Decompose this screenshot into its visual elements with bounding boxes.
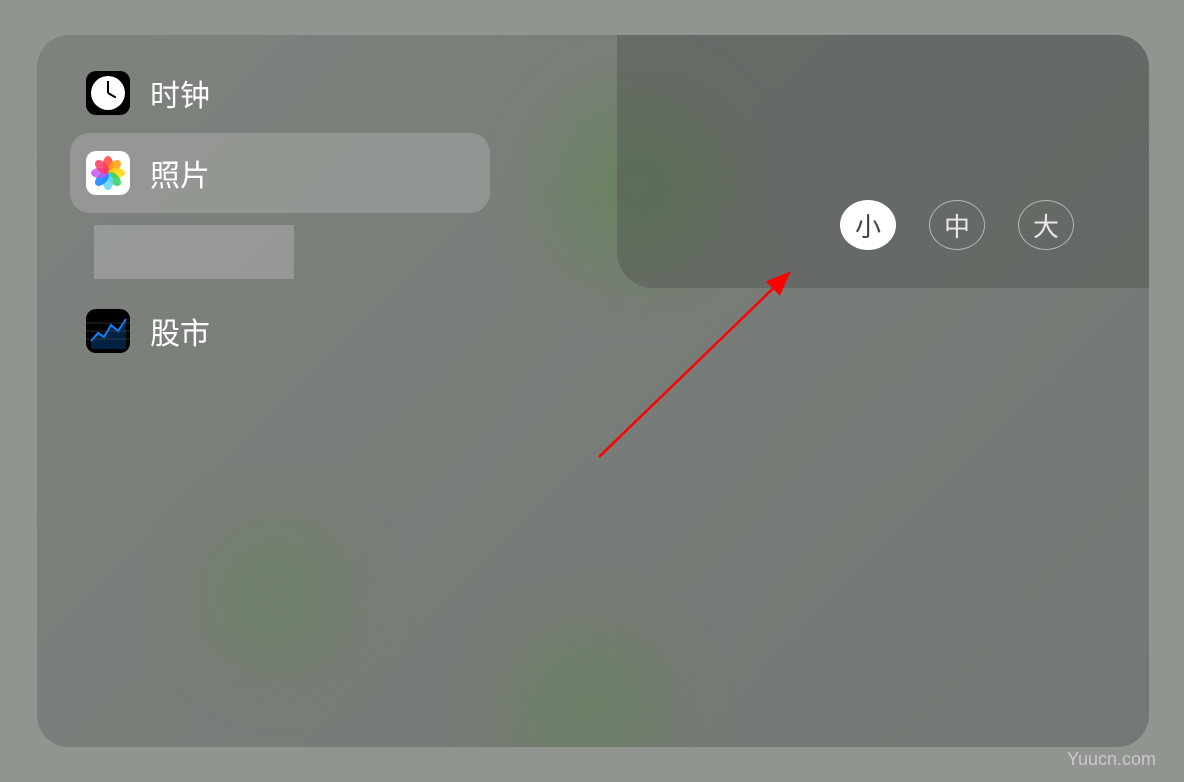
size-button-medium[interactable]: 中 bbox=[929, 200, 985, 250]
widget-preview-panel bbox=[617, 35, 1149, 288]
size-button-small[interactable]: 小 bbox=[840, 200, 896, 250]
sidebar-item-redacted bbox=[94, 225, 294, 279]
size-button-large[interactable]: 大 bbox=[1018, 200, 1074, 250]
photos-icon bbox=[86, 151, 130, 195]
widget-size-selector: 小 中 大 bbox=[840, 200, 1074, 250]
sidebar-item-label: 照片 bbox=[150, 151, 210, 195]
stocks-icon bbox=[86, 309, 130, 353]
widget-gallery-panel: 时钟 照片 bbox=[37, 35, 1149, 747]
sidebar-item-clock[interactable]: 时钟 bbox=[70, 53, 490, 133]
sidebar-item-photos[interactable]: 照片 bbox=[70, 133, 490, 213]
watermark-text: Yuucn.com bbox=[1067, 749, 1156, 770]
sidebar-item-label: 股市 bbox=[150, 309, 210, 353]
sidebar-item-label: 时钟 bbox=[150, 71, 210, 115]
widget-app-sidebar: 时钟 照片 bbox=[70, 53, 490, 371]
sidebar-item-stocks[interactable]: 股市 bbox=[70, 291, 490, 371]
clock-icon bbox=[86, 71, 130, 115]
